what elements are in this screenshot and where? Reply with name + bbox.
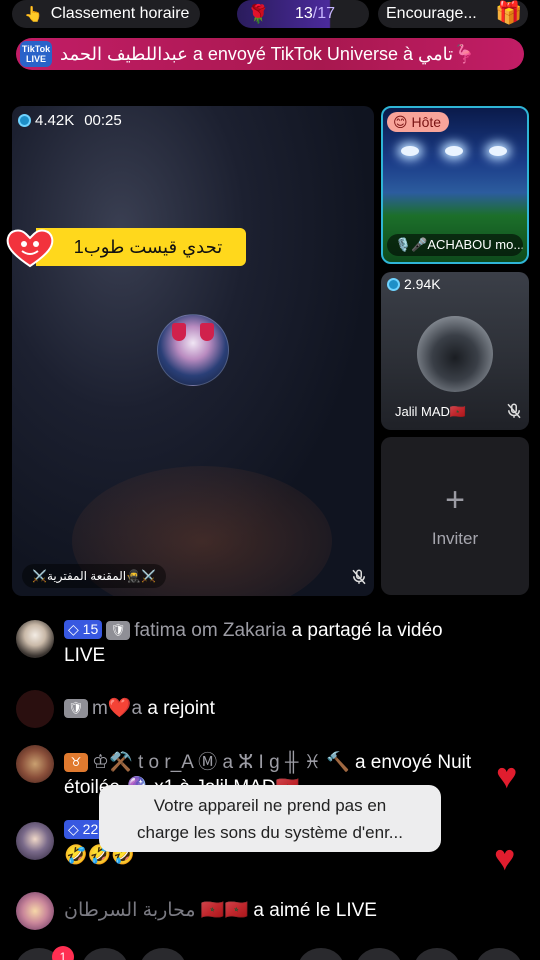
host-name: 🎙️🎤ACHABOU mo... bbox=[387, 234, 523, 256]
encourage-button[interactable]: Encourage... 🎁 bbox=[378, 0, 528, 28]
chat-message[interactable]: ◇ 15 🛡 fatima om Zakaria a partagé la vidé… bbox=[16, 618, 486, 668]
challenge-banner[interactable]: تحدي قيست طوب1 bbox=[0, 226, 246, 268]
thumbs-icon: 👆 bbox=[24, 6, 43, 23]
gift-goal-button[interactable]: 🌹 13/17 bbox=[237, 0, 369, 28]
main-video-panel[interactable]: 4.42K 00:25 ⚔️المقنعة المفترية🥷⚔️ bbox=[12, 106, 374, 596]
invite-button[interactable]: + Inviter bbox=[381, 437, 529, 595]
mic-off-icon bbox=[507, 403, 521, 419]
floating-heart-icon: ♥ bbox=[496, 755, 518, 796]
mic-off-icon bbox=[352, 569, 366, 585]
user-avatar[interactable] bbox=[16, 892, 54, 930]
chat-text: a rejoint bbox=[142, 698, 215, 719]
guest-viewer-count: 2.94K bbox=[387, 276, 441, 292]
viewer-icon bbox=[18, 114, 31, 127]
guest-name: Jalil MAD🇲🇦 bbox=[395, 404, 467, 419]
level-badge: ♉ bbox=[64, 753, 88, 772]
chat-text: a aimé le LIVE bbox=[248, 900, 377, 921]
main-avatar[interactable] bbox=[157, 314, 229, 386]
chat-message[interactable]: 🛡 m❤️a a rejoint bbox=[16, 690, 486, 728]
viewer-icon bbox=[387, 277, 400, 291]
tiktok-live-logo: TikTok LIVE bbox=[20, 41, 52, 67]
top-bar: 👆 Classement horaire 🌹 13/17 Encourage..… bbox=[0, 0, 540, 30]
viewer-count: 4.42K 00:25 bbox=[18, 112, 122, 129]
host-video-card[interactable]: 😊 Hôte 🎙️🎤ACHABOU mo... bbox=[381, 106, 529, 264]
rose-icon: 🌹 bbox=[247, 3, 270, 24]
level-badge: ◇ 22 bbox=[64, 820, 103, 839]
gift-goal-count: 13/17 bbox=[295, 5, 336, 22]
hourly-rank-button[interactable]: 👆 Classement horaire bbox=[12, 0, 200, 28]
invite-label: Inviter bbox=[431, 529, 479, 548]
main-host-name[interactable]: ⚔️المقنعة المفترية🥷⚔️ bbox=[22, 564, 167, 588]
challenge-text: تحدي قيست طوب1 bbox=[36, 228, 246, 266]
gift-box-icon: 🎁 bbox=[495, 0, 523, 25]
chat-message[interactable]: محاربة السرطان 🇲🇦🇲🇦 a aimé le LIVE bbox=[16, 892, 486, 930]
user-avatar[interactable] bbox=[16, 822, 54, 860]
shield-icon: 🛡 bbox=[64, 699, 88, 718]
level-badge: ◇ 15 bbox=[64, 620, 103, 639]
hourly-rank-label: Classement horaire bbox=[50, 5, 190, 22]
system-sound-toast: Votre appareil ne prend pas en charge le… bbox=[99, 785, 441, 852]
chat-username[interactable]: محاربة السرطان 🇲🇦🇲🇦 bbox=[64, 900, 248, 921]
gift-banner-text: عبداللطيف الحمد a envoyé TikTok Universe… bbox=[60, 43, 476, 64]
heart-mascot-icon bbox=[6, 229, 54, 268]
user-avatar[interactable] bbox=[16, 620, 54, 658]
chat-username[interactable]: m❤️a bbox=[92, 698, 142, 719]
host-badge: 😊 Hôte bbox=[387, 112, 450, 132]
shield-icon: 🛡 bbox=[106, 621, 131, 640]
toast-line-2: charge les sons du système d'enr... bbox=[137, 823, 403, 842]
gift-banner[interactable]: TikTok LIVE عبداللطيف الحمد a envoyé TikT… bbox=[16, 38, 524, 70]
gift-button[interactable] bbox=[140, 948, 186, 960]
guest-avatar[interactable] bbox=[417, 316, 493, 392]
guest-video-card[interactable]: 2.94K Jalil MAD🇲🇦 bbox=[381, 272, 529, 430]
plus-icon: + bbox=[445, 481, 465, 519]
user-avatar[interactable] bbox=[16, 690, 54, 728]
toast-line-1: Votre appareil ne prend pas en bbox=[153, 796, 387, 815]
chat-username[interactable]: fatima om Zakaria bbox=[134, 620, 286, 641]
floating-heart-icon: ♥ bbox=[494, 837, 516, 878]
notification-badge: 1 bbox=[52, 946, 74, 960]
chat-username[interactable]: ♔⚒️ t o r_A Ⓜ a ⵣ I g ╫ ♓ 🔨 bbox=[92, 752, 350, 773]
close-button[interactable] bbox=[476, 948, 522, 960]
encourage-label: Encourage... bbox=[386, 5, 477, 22]
more-button[interactable] bbox=[414, 948, 460, 960]
share-button[interactable] bbox=[298, 948, 344, 960]
emoji-button[interactable] bbox=[82, 948, 128, 960]
live-duration: 00:25 bbox=[84, 112, 122, 129]
rose-button[interactable] bbox=[356, 948, 402, 960]
user-avatar[interactable] bbox=[16, 745, 54, 783]
host-icon: 😊 bbox=[393, 114, 408, 130]
